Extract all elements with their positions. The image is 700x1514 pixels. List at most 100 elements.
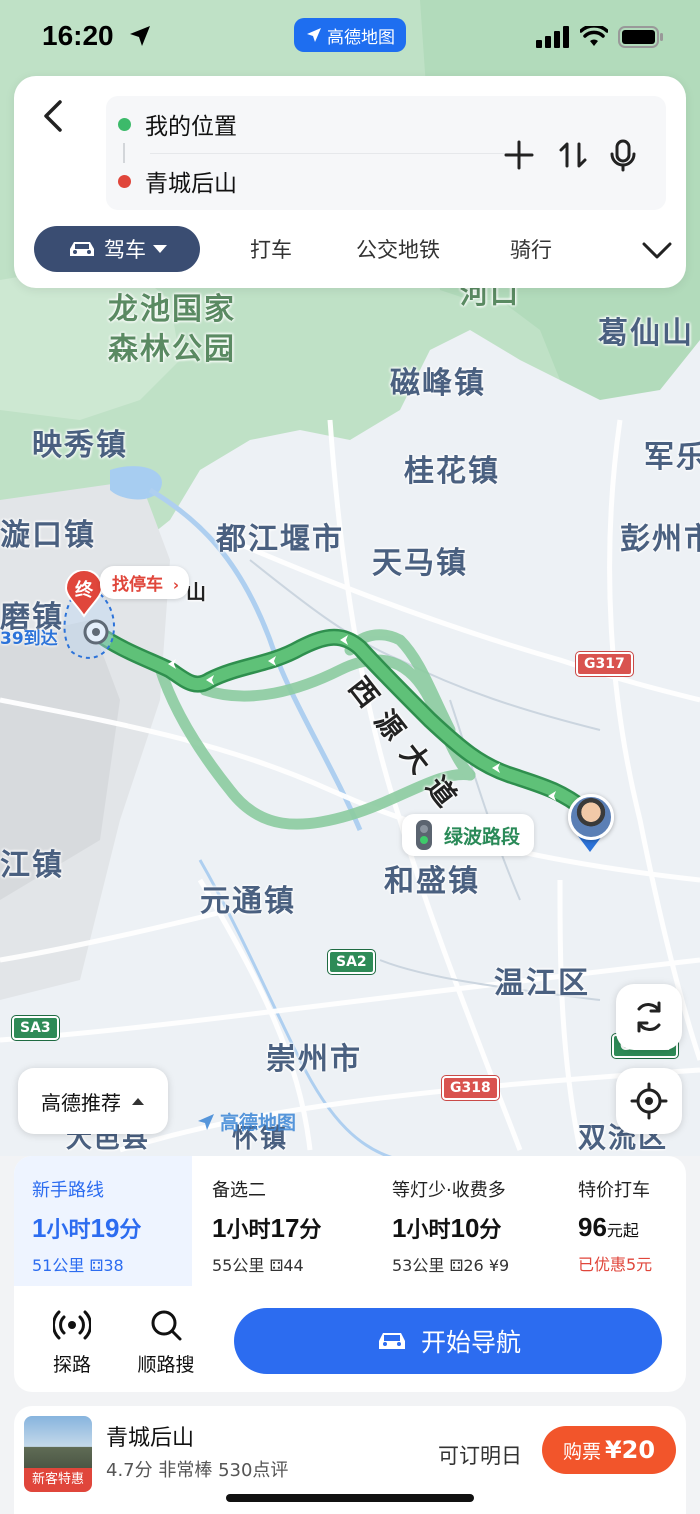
find-parking-label: 找停车 <box>112 575 163 595</box>
inputs-divider <box>150 153 510 154</box>
car-icon <box>378 1333 405 1349</box>
amap-logo-icon <box>307 28 321 42</box>
map-label-gexian: 葛仙山 <box>598 316 694 351</box>
cellular-signal-icon <box>536 26 569 48</box>
map-watermark: 高德地图 <box>196 1108 296 1135</box>
travel-mode-tabs: 驾车 打车 公交地铁 骑行 <box>34 226 674 274</box>
road-shield-g317: G317 <box>576 652 633 676</box>
map-label-wenjiang: 温江区 <box>494 966 590 1001</box>
route-preference-dropdown[interactable]: 高德推荐 <box>18 1068 168 1134</box>
map-label-yingxiu: 映秀镇 <box>32 428 128 463</box>
route-meta: 53公里 ⚃26 ¥9 <box>392 1256 510 1275</box>
map-label-tianma: 天马镇 <box>372 546 468 581</box>
car-icon <box>70 242 94 256</box>
road-shield-sa3: SA3 <box>12 1016 59 1040</box>
user-location-avatar[interactable] <box>568 794 614 840</box>
wifi-icon <box>580 26 608 46</box>
tab-transit[interactable]: 公交地铁 <box>356 234 440 264</box>
map-label-chongzhou: 崇州市 <box>266 1042 362 1077</box>
caret-up-icon <box>132 1098 144 1105</box>
origin-text: 我的位置 <box>145 114 237 140</box>
route-meta: 51公里 ⚃38 <box>32 1256 124 1275</box>
location-arrow-icon <box>130 26 150 46</box>
watermark-text: 高德地图 <box>220 1112 297 1134</box>
map-label-hesheng: 和盛镇 <box>384 864 480 899</box>
traffic-light-icon: ⚃ <box>449 1256 464 1275</box>
poi-name: 青城后山 <box>106 1426 195 1451</box>
route-duration: 1小时17分 <box>212 1213 322 1243</box>
map-label-pengzhou: 彭州市 <box>620 522 700 557</box>
map-label-yuantong: 元通镇 <box>200 884 296 919</box>
taxi-offer-option[interactable]: 特价打车 96元起 已优惠5元 <box>560 1156 686 1286</box>
search-along-route-label: 顺路搜 <box>137 1354 195 1376</box>
map-label-cifeng: 磁峰镇 <box>390 366 486 401</box>
app-indicator-pill[interactable]: 高德地图 <box>294 18 406 52</box>
buy-ticket-button[interactable]: 购票 ¥20 <box>542 1426 676 1474</box>
map-label-jiangzhen: 江镇 <box>0 848 64 883</box>
my-location-button[interactable] <box>616 1068 682 1134</box>
explore-route-label: 探路 <box>52 1354 91 1376</box>
destination-text: 青城后山 <box>145 171 237 197</box>
caret-down-icon <box>153 245 167 253</box>
poi-booking-text: 可订明日 <box>438 1444 522 1468</box>
chevron-down-icon[interactable] <box>640 236 674 264</box>
map-label-shan: 山 <box>186 580 208 604</box>
refresh-icon <box>637 1001 661 1033</box>
route-name: 备选二 <box>212 1180 266 1201</box>
route-results-panel: 新手路线 1小时19分 51公里 ⚃38 备选二 1小时17分 55公里 ⚃44… <box>0 1156 700 1514</box>
origin-dot-icon <box>118 117 131 131</box>
back-button[interactable] <box>38 96 68 136</box>
crosshair-icon <box>630 1082 668 1120</box>
status-icons <box>536 26 664 48</box>
destination-field[interactable]: 青城后山 <box>118 161 237 201</box>
add-waypoint-button[interactable] <box>502 138 536 172</box>
map-label-guihua: 桂花镇 <box>404 454 500 489</box>
destination-dot-icon <box>118 174 131 188</box>
buy-ticket-price: ¥20 <box>604 1436 656 1464</box>
route-connector <box>123 143 125 163</box>
end-marker-label: 终 <box>75 580 93 601</box>
home-indicator <box>226 1494 474 1502</box>
search-along-route-button[interactable]: 顺路搜 <box>126 1306 206 1377</box>
refresh-route-button[interactable] <box>616 984 682 1050</box>
route-name: 等灯少·收费多 <box>392 1180 506 1201</box>
start-navigation-button[interactable]: 开始导航 <box>234 1308 662 1374</box>
route-option-2[interactable]: 备选二 1小时17分 55公里 ⚃44 <box>194 1156 374 1286</box>
map-label-junle: 军乐 <box>644 440 700 475</box>
buy-ticket-label: 购票 <box>562 1440 601 1463</box>
map-label-dujiangyan: 都江堰市 <box>216 522 344 557</box>
start-navigation-label: 开始导航 <box>420 1328 521 1357</box>
tab-drive[interactable]: 驾车 <box>34 226 200 272</box>
green-wave-label: 绿波路段 <box>444 825 521 848</box>
green-wave-badge[interactable]: 绿波路段 <box>402 814 535 856</box>
route-meta: 55公里 ⚃44 <box>212 1256 304 1275</box>
route-preference-label: 高德推荐 <box>41 1090 121 1115</box>
route-duration: 1小时10分 <box>392 1213 502 1243</box>
explore-route-button[interactable]: 探路 <box>32 1306 112 1377</box>
route-option-3[interactable]: 等灯少·收费多 1小时10分 53公里 ⚃26 ¥9 <box>374 1156 560 1286</box>
status-time: 16:20 <box>42 20 114 51</box>
route-inputs: 我的位置 青城后山 <box>106 96 666 210</box>
traffic-light-icon <box>416 820 432 850</box>
map-label-xuankou: 漩口镇 <box>0 518 96 553</box>
arrival-time-label: 39到达 <box>0 629 58 649</box>
chevron-right-icon: › <box>172 576 180 594</box>
find-parking-button[interactable]: 找停车 › <box>100 566 190 599</box>
route-option-1[interactable]: 新手路线 1小时19分 51公里 ⚃38 <box>14 1156 192 1286</box>
road-shield-sa2: SA2 <box>328 950 375 974</box>
tab-taxi[interactable]: 打车 <box>250 234 292 264</box>
battery-icon <box>618 26 663 48</box>
traffic-light-icon: ⚃ <box>269 1256 284 1275</box>
voice-input-button[interactable] <box>606 138 640 172</box>
status-bar: 16:20 高德地图 <box>0 0 700 76</box>
tab-bike[interactable]: 骑行 <box>510 234 552 264</box>
map-label-longchi: 龙池国家 <box>108 292 236 327</box>
poi-rating: 4.7分 非常棒 530点评 <box>106 1460 289 1481</box>
new-customer-badge: 新客特惠 <box>24 1468 92 1492</box>
route-planner-card: 我的位置 青城后山 驾车 打车 公交地铁 骑行 <box>14 76 686 288</box>
signal-broadcast-icon <box>53 1310 91 1340</box>
swap-route-button[interactable] <box>556 138 590 172</box>
origin-field[interactable]: 我的位置 <box>118 104 237 144</box>
route-options-card: 新手路线 1小时19分 51公里 ⚃38 备选二 1小时17分 55公里 ⚃44… <box>14 1156 686 1392</box>
destination-marker[interactable]: 终 <box>64 569 104 622</box>
